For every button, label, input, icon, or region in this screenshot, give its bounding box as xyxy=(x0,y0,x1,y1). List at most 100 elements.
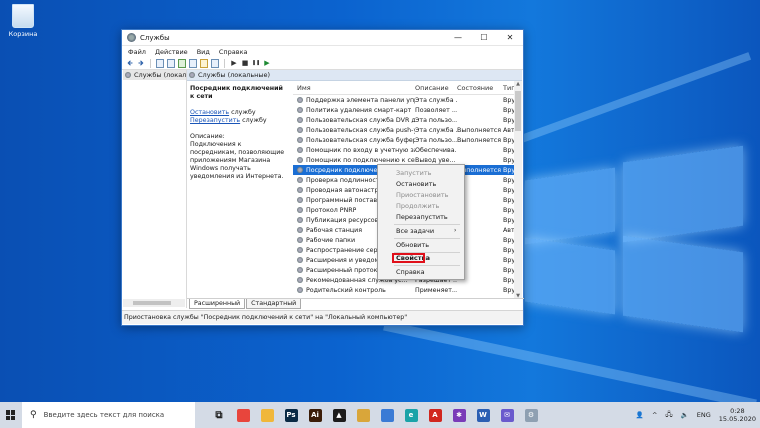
service-gear-icon xyxy=(297,187,303,193)
services-gear-icon xyxy=(189,72,195,78)
export-list-icon[interactable] xyxy=(189,58,197,68)
help-icon[interactable] xyxy=(200,58,208,68)
column-headers: Имя Описание Состояние Тип xyxy=(293,81,522,95)
scroll-up-arrow-icon[interactable]: ▲ xyxy=(514,81,522,87)
stop-service-link[interactable]: Остановить xyxy=(190,109,229,116)
start-service-play-icon[interactable]: ▶ xyxy=(230,59,238,67)
services-gear-icon xyxy=(127,33,136,42)
title-bar[interactable]: Службы — ☐ ✕ xyxy=(122,30,523,46)
mail-icon: ✉ xyxy=(500,408,514,422)
menu-view[interactable]: Вид xyxy=(197,48,210,56)
taskbar-app-acrobat[interactable]: A xyxy=(423,402,447,428)
table-row[interactable]: Помощник по входу в учетную запись ...Об… xyxy=(293,145,522,155)
search-icon: ⚲ xyxy=(30,410,37,420)
menu-item-stop[interactable]: Остановить xyxy=(396,179,436,189)
people-icon[interactable]: 👤 xyxy=(636,411,644,419)
table-row[interactable]: Пользовательская служба буфера обмe...Эт… xyxy=(293,135,522,145)
taskbar-app-illustrator[interactable]: Ai xyxy=(303,402,327,428)
taskbar-app-edge[interactable]: e xyxy=(399,402,423,428)
taskbar-app-services[interactable]: ⚙ xyxy=(519,402,543,428)
refresh-icon[interactable] xyxy=(178,58,186,68)
menu-separator xyxy=(394,224,460,225)
clock-date: 15.05.2020 xyxy=(718,415,756,423)
menu-file[interactable]: Файл xyxy=(128,48,146,56)
console-tree-icon[interactable] xyxy=(156,58,164,68)
menu-item-start[interactable]: Запустить xyxy=(396,168,431,178)
service-gear-icon xyxy=(297,127,303,133)
service-name: Помощник по входу в учетную запись ... xyxy=(306,146,415,154)
menu-item-refresh[interactable]: Обновить xyxy=(396,240,429,250)
menu-item-pause[interactable]: Приостановить xyxy=(396,190,448,200)
network-icon[interactable]: 🖧 xyxy=(665,410,672,421)
menu-item-all-tasks[interactable]: Все задачи › xyxy=(396,226,462,236)
menu-help[interactable]: Справка xyxy=(219,48,248,56)
taskbar-app-photos[interactable] xyxy=(375,402,399,428)
start-button[interactable] xyxy=(0,402,22,428)
properties-highlight-box xyxy=(392,253,425,263)
taskbar-app-file-explorer[interactable] xyxy=(255,402,279,428)
forward-arrow-icon[interactable]: 🡺 xyxy=(137,59,145,67)
taskbar-app-word[interactable]: W xyxy=(471,402,495,428)
table-row[interactable]: Поддержка элемента панели управле...Эта … xyxy=(293,95,522,105)
properties-sheet-icon[interactable] xyxy=(167,58,175,68)
menu-item-resume[interactable]: Продолжить xyxy=(396,201,439,211)
table-row[interactable]: Пользовательская служба DVR для игр и ..… xyxy=(293,115,522,125)
taskbar-app-mail[interactable]: ✉ xyxy=(495,402,519,428)
menu-separator xyxy=(394,238,460,239)
service-description: Эта пользо... xyxy=(415,136,457,144)
language-indicator[interactable]: ENG xyxy=(697,411,711,419)
service-name: Рабочие папки xyxy=(306,236,356,244)
restart-service-link[interactable]: Перезапустить xyxy=(190,117,240,124)
tray-overflow-chevron-icon[interactable]: ^ xyxy=(652,411,657,419)
column-description[interactable]: Описание xyxy=(415,84,457,92)
volume-icon[interactable]: 🔈 xyxy=(681,411,689,419)
scrollbar-thumb[interactable] xyxy=(515,91,521,131)
taskbar-app-folder[interactable] xyxy=(351,402,375,428)
restart-service-icon[interactable]: ▶ xyxy=(263,59,271,67)
recycle-bin-desktop-icon[interactable]: Корзина xyxy=(6,4,40,38)
taskbar-app-chrome[interactable] xyxy=(231,402,255,428)
column-name[interactable]: Имя xyxy=(293,84,415,92)
folder-icon xyxy=(356,408,370,422)
column-status[interactable]: Состояние xyxy=(457,84,503,92)
taskbar-app-task-view[interactable]: ⧉ xyxy=(207,402,231,428)
description-text: Подключения к посредникам, позволяющие п… xyxy=(190,141,285,180)
menu-action[interactable]: Действие xyxy=(155,48,188,56)
back-arrow-icon[interactable]: 🡸 xyxy=(126,59,134,67)
tab-extended[interactable]: Расширенный xyxy=(189,299,246,309)
service-description: Обеспечива... xyxy=(415,146,457,154)
pause-service-icon[interactable]: ❚❚ xyxy=(252,59,260,67)
row-name-cell: Пользовательская служба буфера обмe... xyxy=(293,137,415,144)
toolbar-separator xyxy=(224,58,225,68)
menu-item-help[interactable]: Справка xyxy=(396,267,425,277)
service-description: Позволяет ... xyxy=(415,106,457,114)
taskbar-app-media[interactable]: ▲ xyxy=(327,402,351,428)
table-row[interactable]: Пользовательская служба push-уведомл...Э… xyxy=(293,125,522,135)
status-bar: Приостановка службы "Посредник подключен… xyxy=(122,310,523,324)
stop-service-icon[interactable]: ■ xyxy=(241,59,249,67)
system-tray: 👤 ^ 🖧 🔈 ENG 0:28 15.05.2020 xyxy=(632,402,760,428)
services-vertical-scrollbar[interactable]: ▲ ▼ xyxy=(514,81,522,299)
tree-horizontal-scrollbar[interactable] xyxy=(123,299,185,307)
service-gear-icon xyxy=(297,197,303,203)
tree-item-services-local[interactable]: Службы (локальн xyxy=(123,70,186,80)
close-button[interactable]: ✕ xyxy=(497,30,523,45)
show-hide-action-pane-icon[interactable] xyxy=(211,58,219,68)
minimize-button[interactable]: — xyxy=(445,30,471,45)
maximize-button[interactable]: ☐ xyxy=(471,30,497,45)
taskbar-search-box[interactable]: ⚲ Введите здесь текст для поиска xyxy=(22,402,195,428)
tab-standard[interactable]: Стандартный xyxy=(246,299,302,309)
task-view-icon: ⧉ xyxy=(212,408,226,422)
wallpaper-beam xyxy=(383,320,757,410)
taskbar-app-onenote[interactable]: ✱ xyxy=(447,402,471,428)
clock[interactable]: 0:28 15.05.2020 xyxy=(719,407,756,423)
service-name: Протокол PNRP xyxy=(306,206,357,214)
service-gear-icon xyxy=(297,277,303,283)
scrollbar-thumb[interactable] xyxy=(133,301,171,305)
table-row[interactable]: Родительский контроль Применяет... Вру xyxy=(293,285,522,295)
taskbar: ⚲ Введите здесь текст для поиска ⧉ Ps Ai ▲ e… xyxy=(0,402,760,428)
table-row[interactable]: Политика удаления смарт-карт Позволяет ..… xyxy=(293,105,522,115)
console-tree: Службы (локальн xyxy=(123,70,187,308)
taskbar-app-photoshop[interactable]: Ps xyxy=(279,402,303,428)
menu-item-restart[interactable]: Перезапустить xyxy=(396,212,448,222)
